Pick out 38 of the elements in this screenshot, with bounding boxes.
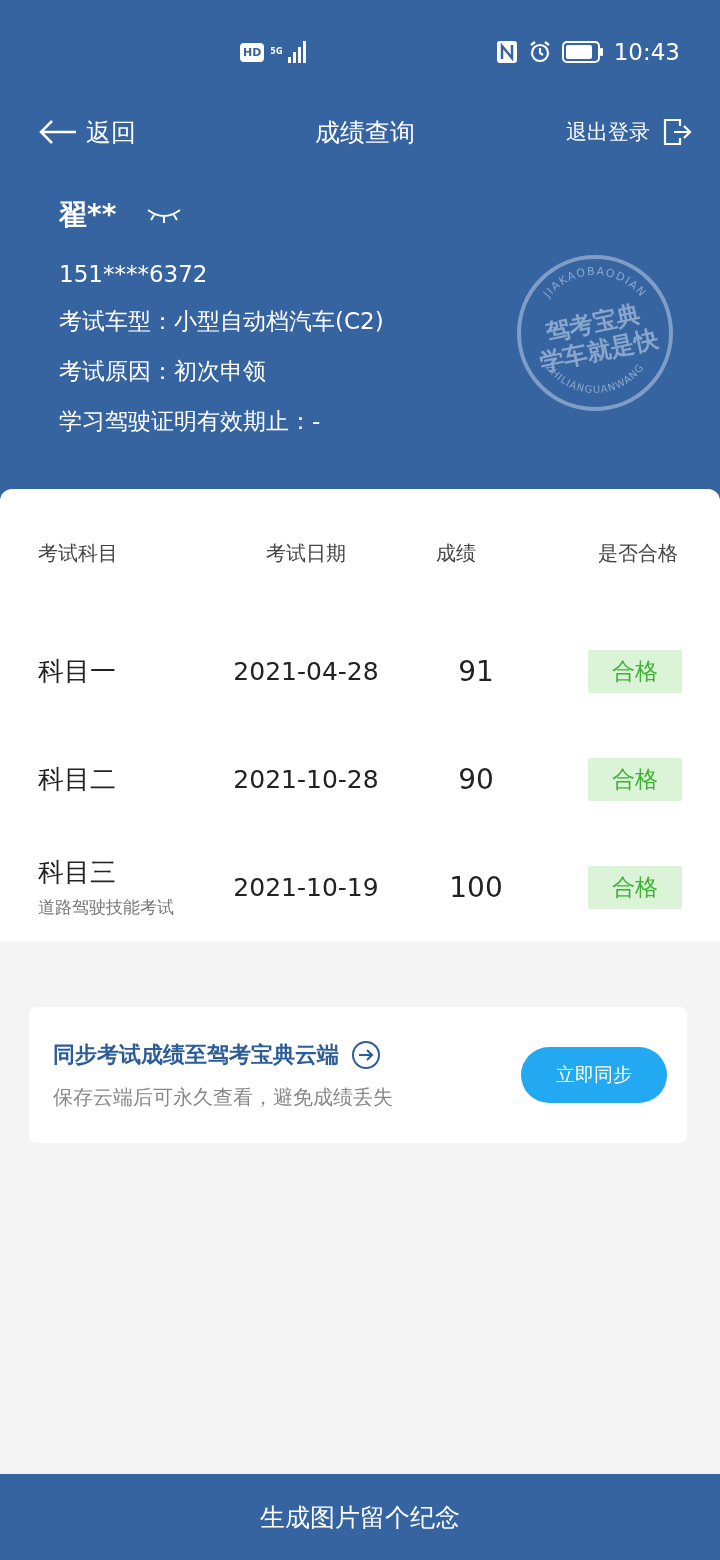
subject-name: 科目一 (38, 654, 117, 688)
page-title: 成绩查询 (314, 116, 416, 149)
exam-date: 2021-04-28 (232, 656, 380, 686)
exam-score: 90 (457, 762, 495, 796)
info-line: 考试车型：小型自动档汽车(C2) (59, 307, 384, 336)
info-line: 考试原因：初次申领 (59, 357, 266, 386)
column-header: 成绩 (436, 540, 476, 565)
column-header: 是否合格 (598, 539, 678, 567)
exam-date: 2021-10-28 (232, 764, 380, 794)
user-name: 翟** (59, 197, 117, 233)
result-badge: 合格 (588, 649, 682, 693)
battery-icon (561, 41, 604, 63)
subject-name: 科目二 (38, 762, 117, 796)
result-badge: 合格 (588, 757, 682, 801)
closed-eye-icon[interactable] (146, 206, 183, 224)
hd-icon: HD (240, 42, 265, 62)
result-badge: 合格 (588, 865, 682, 909)
sync-subtitle: 保存云端后可永久查看，避免成绩丢失 (53, 1083, 394, 1111)
subject-name: 科目三 (38, 856, 117, 889)
status-time: 10:43 (613, 39, 680, 65)
subject-note: 道路驾驶技能考试 (38, 896, 175, 919)
exam-score: 91 (457, 654, 495, 688)
nfc-icon (495, 40, 518, 64)
logout-icon[interactable] (662, 117, 692, 147)
generate-image-button[interactable]: 生成图片留个纪念 (0, 1474, 720, 1560)
signal-icon (288, 41, 309, 63)
info-line: 学习驾驶证明有效期止：- (59, 407, 321, 436)
arrow-circle-icon[interactable] (351, 1039, 381, 1070)
logout-button[interactable]: 退出登录 (472, 117, 692, 147)
back-arrow-icon[interactable] (38, 119, 78, 145)
network-label: 5G (270, 48, 283, 56)
back-button[interactable]: 返回 (38, 115, 258, 149)
column-header: 考试科目 (38, 540, 118, 565)
exam-date: 2021-10-19 (232, 872, 380, 902)
exam-score: 100 (448, 870, 504, 904)
column-header: 考试日期 (266, 540, 346, 565)
sync-title: 同步考试成绩至驾考宝典云端 (53, 1040, 339, 1069)
phone-number: 151****6372 (59, 261, 208, 287)
